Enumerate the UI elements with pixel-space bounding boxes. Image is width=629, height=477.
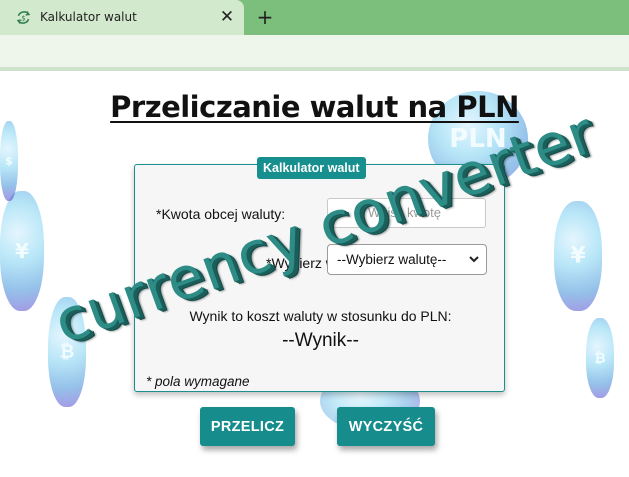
tab-title: Kalkulator walut [40, 10, 137, 24]
clear-button[interactable]: WYCZYŚĆ [337, 407, 435, 446]
page-content: PLN ¥ ¥ ₿ ₿ $ Przeliczanie walut na PLN … [0, 71, 629, 477]
coin-yen-icon: ¥ [0, 191, 44, 311]
convert-button[interactable]: PRZELICZ [200, 407, 295, 446]
close-tab-icon[interactable]: ✕ [218, 8, 236, 26]
result-value: --Wynik-- [282, 330, 359, 351]
coin-dollar-icon: $ [0, 121, 18, 201]
currency-selected-value: --Wybierz walutę-- [337, 252, 447, 267]
new-tab-button[interactable]: + [255, 6, 275, 28]
required-note: * pola wymagane [146, 374, 250, 389]
svg-text:$: $ [21, 14, 25, 22]
browser-toolbar [0, 35, 629, 67]
currency-exchange-icon: $ [16, 11, 31, 24]
chevron-down-icon [468, 245, 480, 285]
coin-bitcoin-icon: ₿ [586, 318, 614, 398]
active-tab[interactable]: $ Kalkulator walut ✕ [0, 0, 244, 35]
calculator-legend: Kalkulator walut [257, 157, 366, 179]
browser-tab-bar: $ Kalkulator walut ✕ + [0, 0, 629, 35]
coin-yen-icon: ¥ [554, 201, 602, 311]
